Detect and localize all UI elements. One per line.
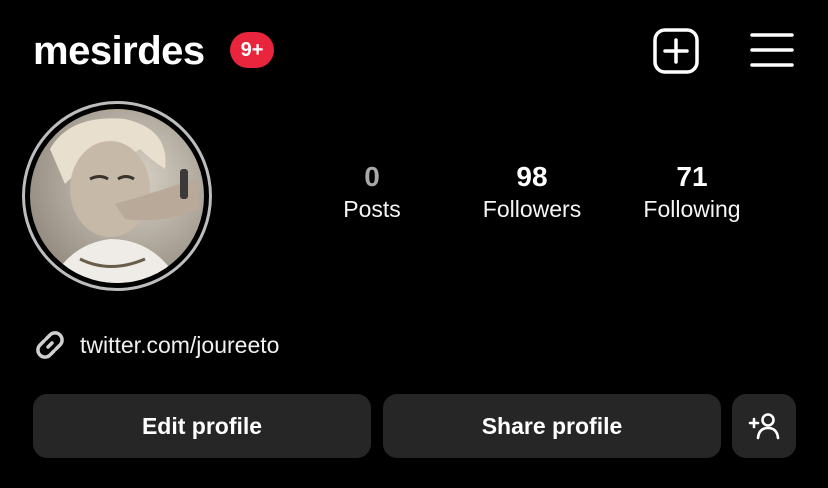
profile-link[interactable]: twitter.com/joureeto <box>33 328 279 362</box>
avatar-photo <box>30 109 204 283</box>
following-count: 71 <box>676 161 708 192</box>
username-title[interactable]: mesirdes <box>33 28 205 74</box>
edit-profile-button[interactable]: Edit profile <box>33 394 371 458</box>
hamburger-menu-icon[interactable] <box>750 32 794 68</box>
followers-count: 98 <box>516 161 548 192</box>
share-profile-button[interactable]: Share profile <box>383 394 721 458</box>
posts-count: 0 <box>364 161 380 192</box>
avatar[interactable] <box>30 109 204 283</box>
discover-people-button[interactable] <box>732 394 796 458</box>
stat-following[interactable]: 71 Following <box>612 160 772 224</box>
plus-square-icon[interactable] <box>653 28 699 74</box>
following-label: Following <box>643 196 741 222</box>
posts-label: Posts <box>343 196 401 222</box>
notification-badge[interactable]: 9+ <box>230 32 274 68</box>
link-icon <box>36 331 64 359</box>
stat-posts[interactable]: 0 Posts <box>292 160 452 224</box>
add-person-icon <box>748 413 780 440</box>
stat-followers[interactable]: 98 Followers <box>452 160 612 224</box>
followers-label: Followers <box>482 196 582 222</box>
link-text[interactable]: twitter.com/joureeto <box>80 332 279 359</box>
avatar-ring[interactable] <box>22 101 212 291</box>
